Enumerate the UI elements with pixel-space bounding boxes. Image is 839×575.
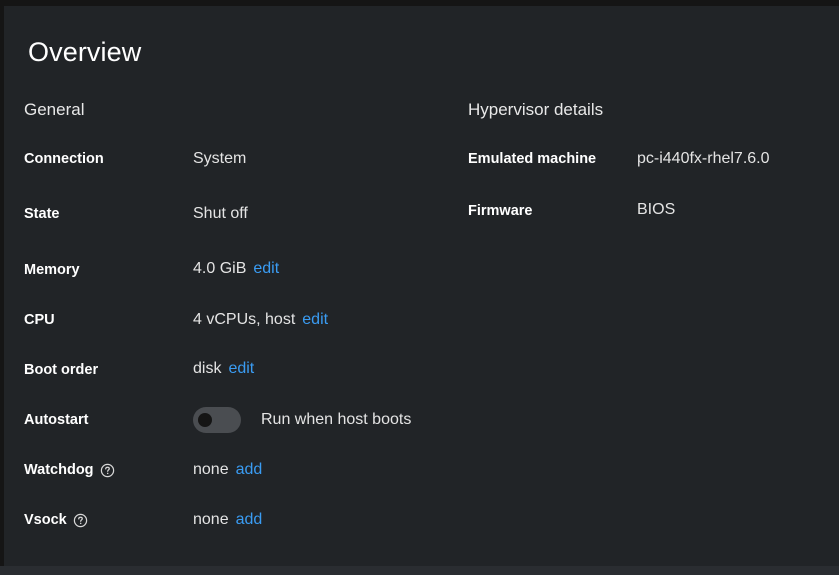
overview-card: Overview General Hypervisor details Conn… — [4, 6, 839, 566]
cpu-value-text: 4 vCPUs, host — [193, 311, 296, 328]
vsock-label: Vsock — [24, 512, 88, 528]
watchdog-help-icon[interactable] — [100, 463, 115, 478]
watchdog-label-text: Watchdog — [24, 462, 94, 478]
watchdog-label: Watchdog — [24, 462, 115, 478]
cpu-value: 4 vCPUs, host edit — [193, 311, 328, 329]
bottom-divider — [0, 566, 839, 575]
watchdog-value-text: none — [193, 461, 229, 478]
memory-value-text: 4.0 GiB — [193, 260, 247, 277]
page-title: Overview — [28, 37, 142, 67]
boot-order-value-text: disk — [193, 360, 222, 377]
cpu-edit-link[interactable]: edit — [302, 311, 328, 329]
general-heading: General — [24, 100, 85, 119]
memory-edit-link[interactable]: edit — [253, 260, 279, 278]
connection-value-text: System — [193, 150, 247, 167]
state-label: State — [24, 206, 60, 222]
page-background: Overview General Hypervisor details Conn… — [0, 0, 839, 575]
boot-order-value: disk edit — [193, 360, 254, 378]
emulated-machine-label: Emulated machine — [468, 151, 597, 167]
state-value-text: Shut off — [193, 205, 248, 222]
boot-order-label: Boot order — [24, 362, 99, 378]
emulated-machine-value: pc-i440fx-rhel7.6.0 — [637, 150, 770, 167]
autostart-toggle[interactable] — [193, 407, 241, 433]
connection-value: System — [193, 150, 246, 168]
boot-order-edit-link[interactable]: edit — [228, 360, 254, 378]
memory-value: 4.0 GiB edit — [193, 260, 279, 278]
connection-label: Connection — [24, 151, 104, 167]
watchdog-value: none add — [193, 461, 262, 479]
vsock-help-icon[interactable] — [73, 513, 88, 528]
firmware-label: Firmware — [468, 203, 533, 219]
hypervisor-heading: Hypervisor details — [468, 100, 604, 119]
firmware-link[interactable]: BIOS — [637, 201, 675, 219]
vsock-value-text: none — [193, 511, 229, 528]
watchdog-add-link[interactable]: add — [236, 461, 263, 479]
vsock-value: none add — [193, 511, 262, 529]
cpu-label: CPU — [24, 312, 55, 328]
autostart-label: Autostart — [24, 412, 89, 428]
toggle-knob — [198, 413, 212, 427]
memory-label: Memory — [24, 262, 80, 278]
autostart-toggle-label: Run when host boots — [261, 411, 412, 428]
vsock-add-link[interactable]: add — [236, 511, 263, 529]
autostart-value: Run when host boots — [193, 407, 411, 433]
vsock-label-text: Vsock — [24, 512, 67, 528]
state-value: Shut off — [193, 205, 248, 223]
